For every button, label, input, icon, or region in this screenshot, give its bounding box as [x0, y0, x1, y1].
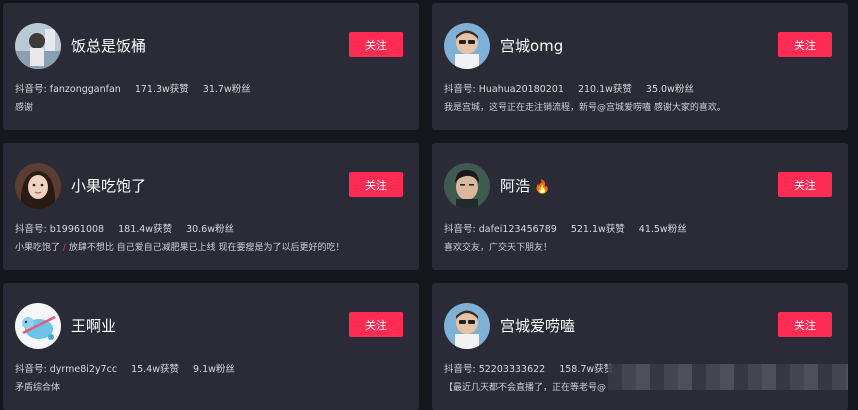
fans-count: 31.7w粉丝	[202, 84, 251, 95]
follow-button[interactable]: 关注	[778, 32, 832, 57]
user-name[interactable]: 饭总是饭桶	[71, 35, 146, 56]
user-name[interactable]: 阿浩 🔥	[500, 175, 550, 196]
user-stats: 抖音号: Huahua20180201 210.1w获赞 35.0w粉丝	[444, 81, 708, 95]
likes-count: 158.7w获赞	[559, 364, 614, 375]
user-name[interactable]: 王啊业	[71, 315, 116, 336]
user-bio: 我是宫城，这号正在走注销流程，新号@宫城爱唠嗑 感谢大家的喜欢。	[444, 103, 726, 113]
user-stats: 抖音号: dyrme8i2y7cc 15.4w获赞 9.1w粉丝	[15, 361, 249, 375]
bio-mark: /	[62, 243, 66, 253]
avatar-icon	[15, 163, 61, 209]
follow-button[interactable]: 关注	[349, 172, 403, 197]
user-name-text: 阿浩	[500, 177, 531, 195]
watermark-overlay	[608, 364, 848, 390]
user-results-grid: 饭总是饭桶 关注 抖音号: fanzongganfan 171.3w获赞 31.7w…	[0, 0, 858, 410]
follow-button[interactable]: 关注	[778, 172, 832, 197]
avatar[interactable]	[444, 23, 490, 69]
likes-count: 15.4w获赞	[131, 364, 179, 375]
user-bio: 矛盾综合体	[15, 383, 61, 393]
bio-text: 放肆不想比 自己爱自己减肥果已上线 现在要瘦是为了以后更好的吃！	[68, 243, 345, 253]
user-stats: 抖音号: fanzongganfan 171.3w获赞 31.7w粉丝	[15, 81, 265, 95]
avatar[interactable]	[15, 163, 61, 209]
fans-count: 30.6w粉丝	[186, 224, 235, 235]
user-name[interactable]: 宫城爱唠嗑	[500, 315, 575, 336]
user-card[interactable]: 阿浩 🔥 关注 抖音号: dafei123456789 521.1w获赞 41.5w粉…	[432, 143, 848, 270]
user-stats: 抖音号: dafei123456789 521.1w获赞 41.5w粉丝	[444, 221, 701, 235]
user-card[interactable]: 王啊业 关注 抖音号: dyrme8i2y7cc 15.4w获赞 9.1w粉丝 矛盾…	[3, 283, 419, 410]
likes-count: 521.1w获赞	[570, 224, 625, 235]
bio-prefix: 小果吃饱了	[15, 243, 61, 253]
user-card[interactable]: 小果吃饱了 关注 抖音号: b19961008 181.4w获赞 30.6w粉丝 小…	[3, 143, 419, 270]
user-card[interactable]: 宫城爱唠嗑 关注 抖音号: 52203333622 158.7w获赞 【最近几天都…	[432, 283, 848, 410]
douyin-id: 抖音号: dyrme8i2y7cc	[15, 364, 118, 375]
likes-count: 181.4w获赞	[118, 224, 173, 235]
user-stats: 抖音号: 52203333622 158.7w获赞	[444, 361, 627, 375]
avatar[interactable]	[15, 23, 61, 69]
douyin-id: 抖音号: dafei123456789	[444, 224, 557, 235]
user-name[interactable]: 小果吃饱了	[71, 175, 146, 196]
user-bio: 感谢	[15, 103, 34, 113]
avatar-icon	[15, 303, 61, 349]
likes-count: 171.3w获赞	[134, 84, 189, 95]
user-bio: 小果吃饱了 / 放肆不想比 自己爱自己减肥果已上线 现在要瘦是为了以后更好的吃！	[15, 240, 345, 253]
douyin-id: 抖音号: Huahua20180201	[444, 84, 564, 95]
avatar-icon	[444, 303, 490, 349]
avatar[interactable]	[444, 163, 490, 209]
user-bio: 喜欢交友，广交天下朋友！	[444, 243, 553, 253]
fire-icon: 🔥	[534, 180, 551, 195]
fans-count: 9.1w粉丝	[193, 364, 235, 375]
douyin-id: 抖音号: fanzongganfan	[15, 84, 121, 95]
douyin-id: 抖音号: 52203333622	[444, 364, 546, 375]
follow-button[interactable]: 关注	[349, 312, 403, 337]
fans-count: 35.0w粉丝	[645, 84, 694, 95]
douyin-id: 抖音号: b19961008	[15, 224, 105, 235]
avatar-icon	[444, 23, 490, 69]
user-stats: 抖音号: b19961008 181.4w获赞 30.6w粉丝	[15, 221, 248, 235]
avatar-icon	[15, 23, 61, 69]
likes-count: 210.1w获赞	[577, 84, 632, 95]
user-card[interactable]: 宫城omg 关注 抖音号: Huahua20180201 210.1w获赞 35.0…	[432, 3, 848, 130]
fans-count: 41.5w粉丝	[638, 224, 687, 235]
user-name[interactable]: 宫城omg	[500, 35, 563, 56]
follow-button[interactable]: 关注	[778, 312, 832, 337]
avatar[interactable]	[15, 303, 61, 349]
avatar[interactable]	[444, 303, 490, 349]
follow-button[interactable]: 关注	[349, 32, 403, 57]
user-bio: 【最近几天都不会直播了，正在等老号@	[444, 383, 607, 393]
user-card[interactable]: 饭总是饭桶 关注 抖音号: fanzongganfan 171.3w获赞 31.7w…	[3, 3, 419, 130]
avatar-icon	[444, 163, 490, 209]
